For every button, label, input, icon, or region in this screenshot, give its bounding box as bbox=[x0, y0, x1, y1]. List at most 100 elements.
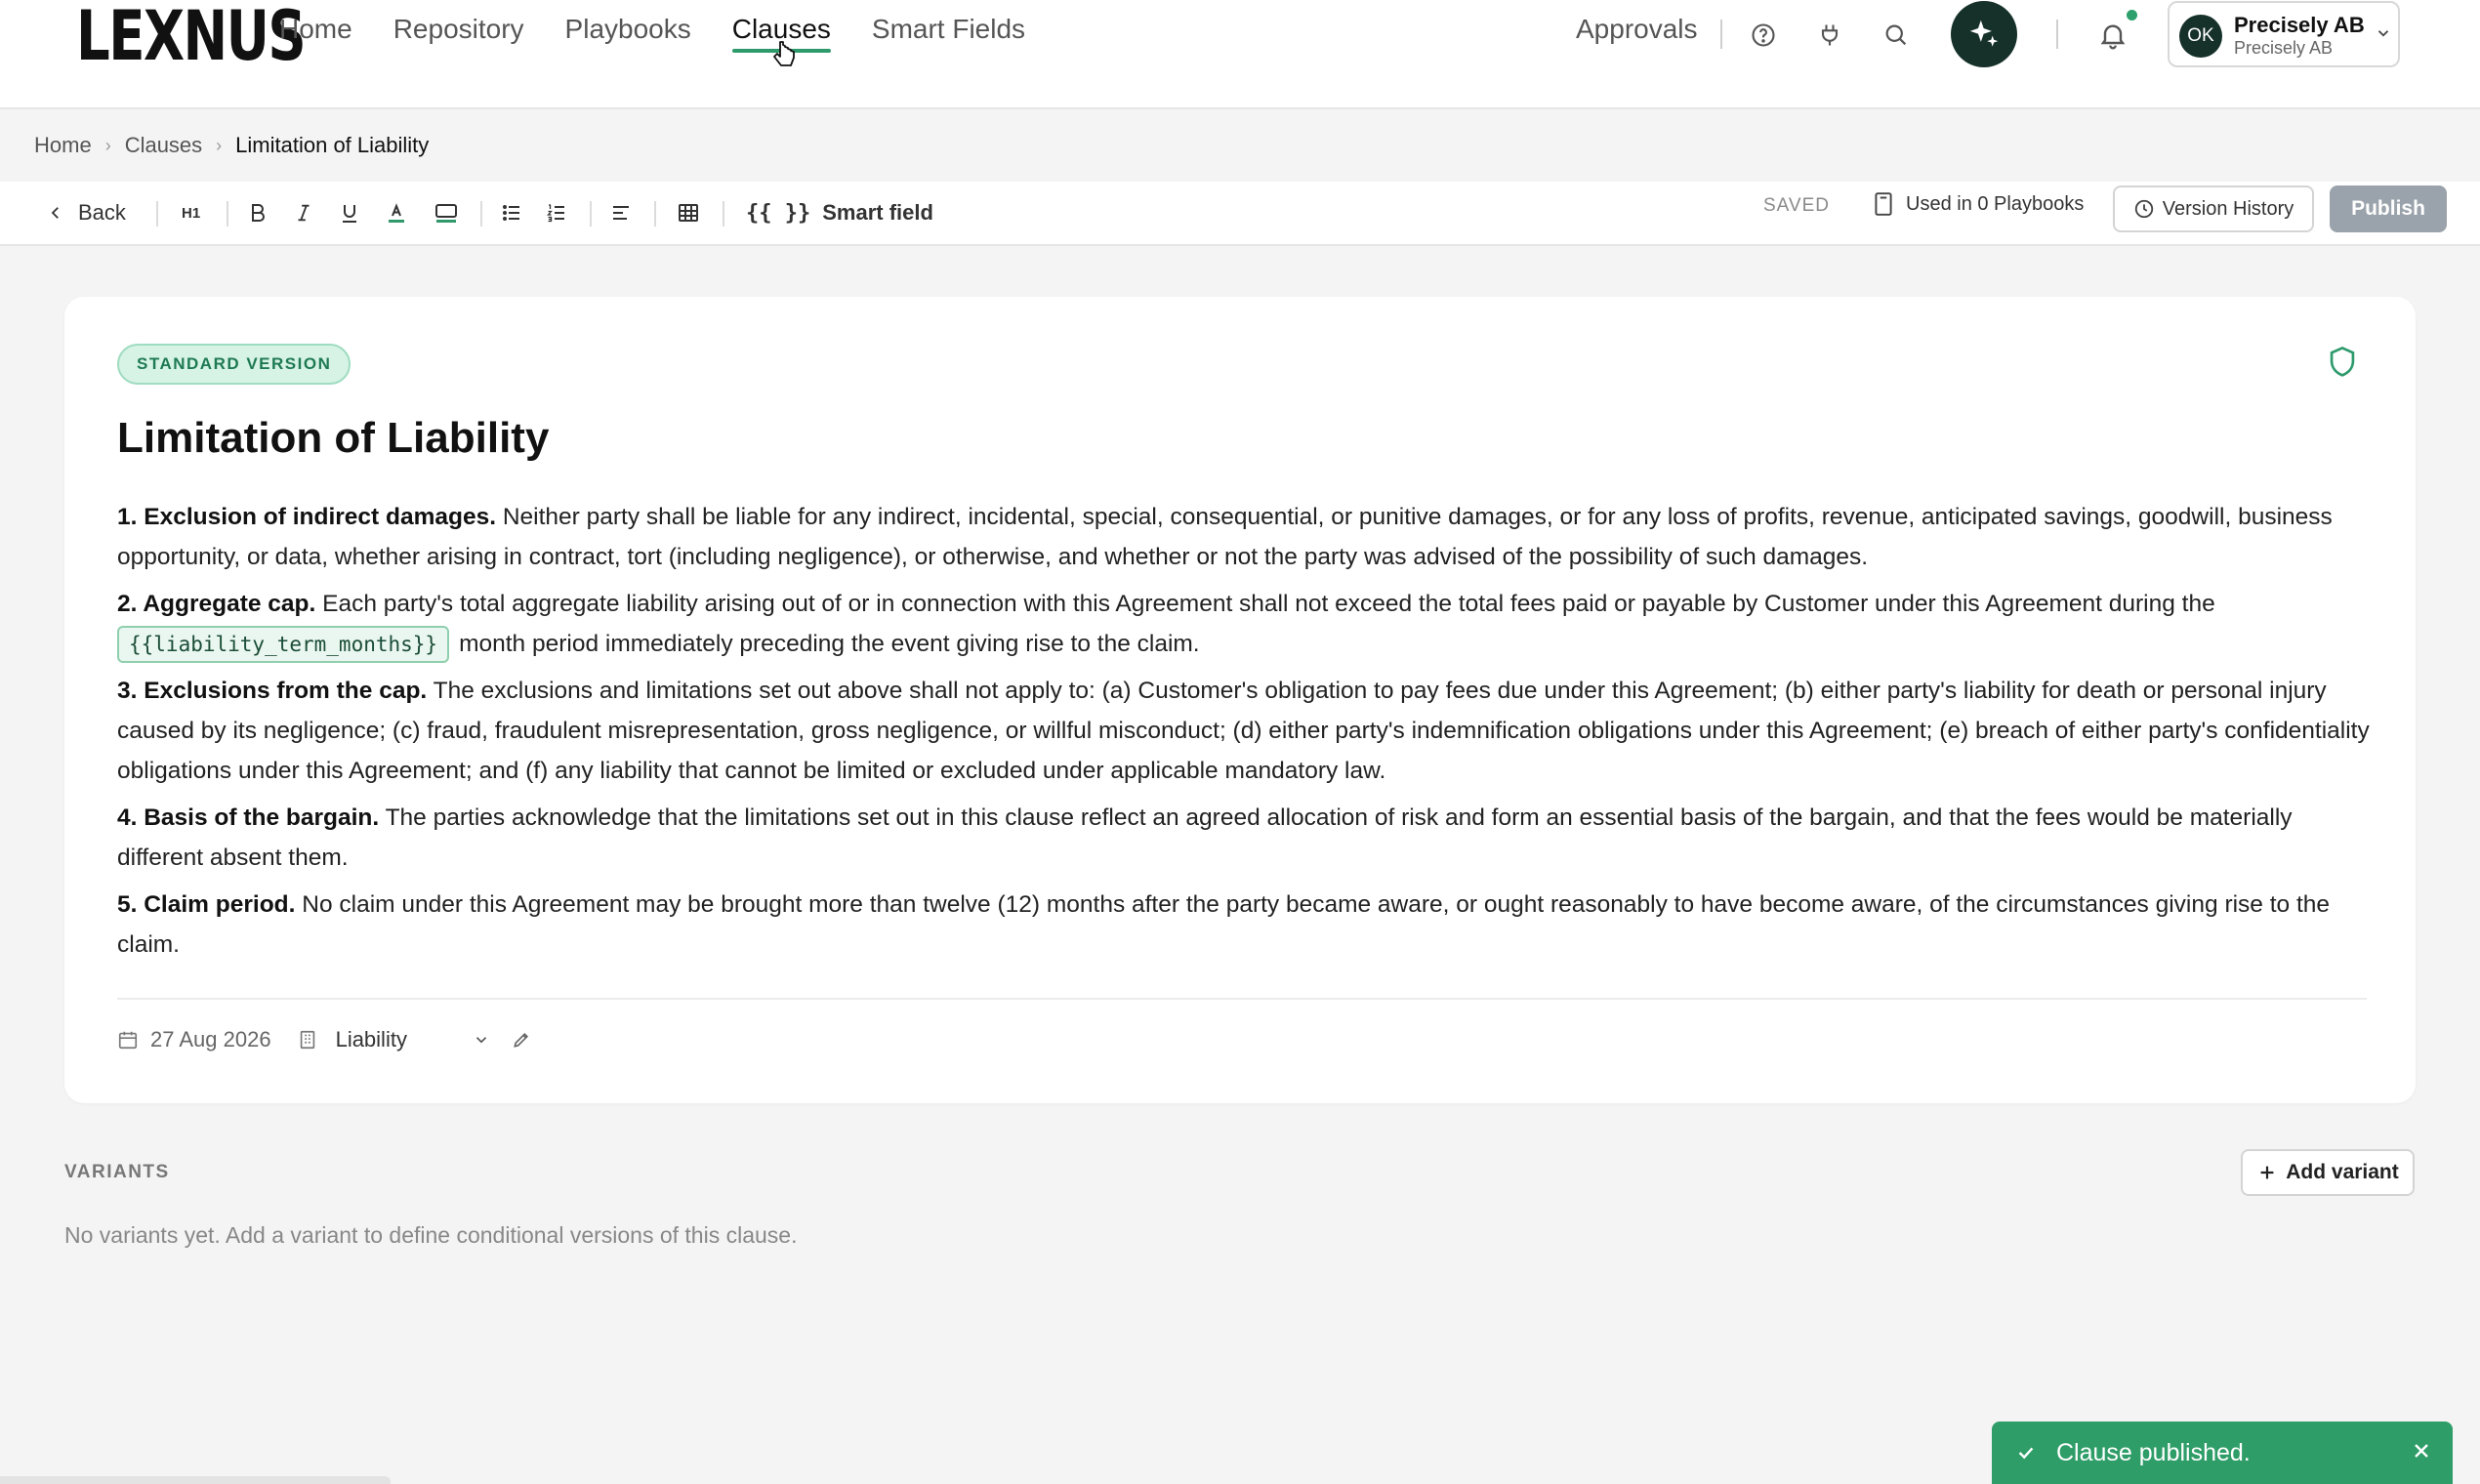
section-heading: 4. Basis of the bargain. bbox=[117, 804, 380, 831]
clause-section-4: 4. Basis of the bargain. The parties ack… bbox=[117, 798, 2373, 878]
section-text: The exclusions and limitations set out a… bbox=[117, 678, 2370, 784]
plug-icon[interactable] bbox=[1810, 16, 1849, 55]
used-in-playbooks[interactable]: Used in 0 Playbooks bbox=[1873, 191, 2084, 217]
clause-card: STANDARD VERSION Limitation of Liability… bbox=[64, 297, 2416, 1103]
clause-section-5: 5. Claim period. No claim under this Agr… bbox=[117, 885, 2373, 965]
divider bbox=[654, 201, 656, 227]
variants-empty-state: No variants yet. Add a variant to define… bbox=[64, 1222, 798, 1248]
chevron-down-icon bbox=[2375, 24, 2392, 47]
section-heading: 5. Claim period. bbox=[117, 891, 296, 918]
version-history-label: Version History bbox=[2162, 197, 2294, 220]
close-icon[interactable] bbox=[2410, 1439, 2433, 1463]
version-history-button[interactable]: Version History bbox=[2113, 186, 2314, 232]
avatar: OK bbox=[2179, 15, 2222, 58]
chevron-down-icon bbox=[475, 1037, 486, 1044]
braces-icon: {{ }} bbox=[746, 200, 811, 226]
divider bbox=[156, 201, 158, 227]
chevron-right-icon: › bbox=[216, 135, 223, 155]
section-heading: 3. Exclusions from the cap. bbox=[117, 678, 428, 704]
account-org: Precisely AB bbox=[2234, 38, 2334, 58]
divider bbox=[227, 201, 228, 227]
section-heading: 2. Aggregate cap. bbox=[117, 591, 316, 617]
category-select[interactable]: Liability bbox=[336, 1027, 461, 1052]
nav-playbooks[interactable]: Playbooks bbox=[565, 14, 691, 53]
add-variant-label: Add variant bbox=[2286, 1161, 2399, 1183]
edit-pencil-icon bbox=[513, 1032, 528, 1048]
text-color-button[interactable] bbox=[385, 195, 408, 230]
back-label: Back bbox=[78, 200, 126, 225]
italic-icon bbox=[298, 204, 310, 222]
shield-icon[interactable] bbox=[2328, 346, 2357, 384]
italic-button[interactable] bbox=[293, 195, 314, 230]
horizontal-scrollbar[interactable] bbox=[0, 1476, 391, 1484]
clause-section-3: 3. Exclusions from the cap. The exclusio… bbox=[117, 671, 2373, 791]
clause-section-1: 1. Exclusion of indirect damages. Neithe… bbox=[117, 497, 2373, 577]
book-icon bbox=[1875, 192, 1892, 216]
divider bbox=[2056, 20, 2058, 49]
account-switcher[interactable]: OK Precisely AB Precisely AB bbox=[2168, 1, 2400, 67]
bold-button[interactable] bbox=[246, 195, 269, 230]
section-text: Each party's total aggregate liability a… bbox=[322, 591, 2215, 617]
app-logo[interactable]: LEXNUS bbox=[76, 0, 307, 72]
chevron-left-icon bbox=[51, 207, 59, 219]
numbered-list-icon bbox=[547, 204, 564, 223]
main-nav: Home Repository Playbooks Clauses Smart … bbox=[279, 14, 1025, 53]
smart-field-chip[interactable]: {{liability_term_months}} bbox=[117, 626, 450, 663]
text-color-icon bbox=[389, 203, 404, 223]
align-left-icon bbox=[613, 206, 629, 220]
nav-repository[interactable]: Repository bbox=[393, 14, 524, 53]
ai-assistant-button[interactable] bbox=[1951, 1, 2017, 67]
divider bbox=[590, 201, 592, 227]
divider bbox=[1720, 20, 1722, 49]
smart-field-button[interactable]: {{ }} Smart field bbox=[746, 195, 933, 230]
mouse-pointer-icon bbox=[771, 39, 797, 78]
editor-toolbar: Back H1 {{ }} Smart field bbox=[0, 182, 2480, 246]
breadcrumb: Home › Clauses › Limitation of Liability bbox=[34, 133, 429, 158]
table-icon bbox=[679, 204, 698, 222]
bullet-list-button[interactable] bbox=[500, 195, 523, 230]
clock-icon bbox=[2134, 199, 2153, 219]
chevron-right-icon: › bbox=[104, 135, 111, 155]
nav-approvals[interactable]: Approvals bbox=[1576, 14, 1698, 45]
highlight-icon bbox=[435, 204, 457, 223]
numbered-list-button[interactable] bbox=[545, 195, 568, 230]
clause-date: 27 Aug 2026 bbox=[150, 1027, 271, 1051]
calendar-icon bbox=[118, 1031, 138, 1050]
heading-button[interactable]: H1 bbox=[182, 195, 200, 230]
back-button[interactable]: Back bbox=[47, 195, 126, 230]
add-variant-button[interactable]: Add variant bbox=[2241, 1149, 2415, 1196]
clause-body-editor[interactable]: 1. Exclusion of indirect damages. Neithe… bbox=[117, 497, 2373, 971]
search-icon[interactable] bbox=[1877, 16, 1916, 55]
clause-meta: 27 Aug 2026 Liability bbox=[117, 1027, 531, 1052]
breadcrumb-home[interactable]: Home bbox=[34, 133, 92, 158]
underline-icon bbox=[343, 205, 356, 223]
bold-icon bbox=[252, 204, 265, 222]
section-text-after: month period immediately preceding the e… bbox=[459, 631, 1200, 657]
highlight-button[interactable] bbox=[434, 195, 459, 230]
breadcrumb-clauses[interactable]: Clauses bbox=[125, 133, 202, 158]
breadcrumb-current: Limitation of Liability bbox=[235, 133, 430, 157]
align-button[interactable] bbox=[609, 195, 633, 230]
section-text: No claim under this Agreement may be bro… bbox=[117, 891, 2331, 958]
underline-button[interactable] bbox=[338, 195, 361, 230]
table-button[interactable] bbox=[676, 195, 701, 230]
divider bbox=[723, 201, 724, 227]
account-name: Precisely AB bbox=[2234, 13, 2365, 37]
help-icon[interactable] bbox=[1744, 16, 1783, 55]
notifications-bell-icon[interactable] bbox=[2093, 16, 2132, 55]
variants-heading: VARIANTS bbox=[64, 1162, 170, 1182]
divider bbox=[480, 201, 482, 227]
building-icon bbox=[300, 1030, 314, 1050]
publish-button[interactable]: Publish bbox=[2330, 186, 2447, 232]
plus-icon bbox=[2260, 1166, 2274, 1179]
clause-section-2: 2. Aggregate cap. Each party's total agg… bbox=[117, 584, 2373, 664]
toast-message: Clause published. bbox=[2056, 1438, 2251, 1466]
clause-title[interactable]: Limitation of Liability bbox=[117, 414, 549, 463]
divider bbox=[117, 998, 2367, 1000]
nav-home[interactable]: Home bbox=[279, 14, 352, 53]
used-in-label: Used in 0 Playbooks bbox=[1906, 192, 2085, 215]
nav-smart-fields[interactable]: Smart Fields bbox=[872, 14, 1025, 53]
section-heading: 1. Exclusion of indirect damages. bbox=[117, 504, 497, 530]
sparkle-icon bbox=[1969, 20, 1999, 47]
notification-badge bbox=[2127, 10, 2137, 21]
